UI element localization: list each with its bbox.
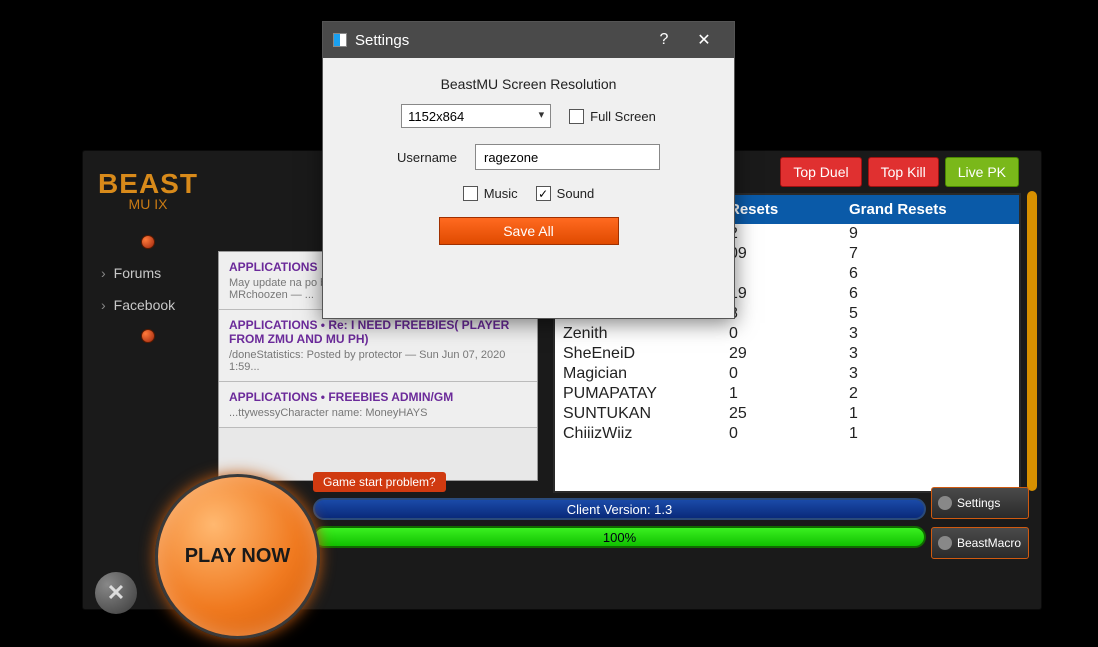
play-now-button[interactable]: PLAY NOW — [155, 474, 320, 639]
news-item[interactable]: APPLICATIONS • FREEBIES ADMIN/GM ...ttyw… — [219, 382, 537, 428]
cell-grand-resets: 1 — [849, 425, 1019, 443]
news-title: APPLICATIONS • FREEBIES ADMIN/GM — [229, 390, 527, 404]
cell-grand-resets: 1 — [849, 405, 1019, 423]
settings-dialog: Settings ? ✕ BeastMU Screen Resolution 1… — [322, 21, 735, 319]
resolution-select[interactable]: 1152x864 — [401, 104, 551, 128]
col-grand-resets: Grand Resets — [849, 201, 1019, 218]
cell-grand-resets: 3 — [849, 325, 1019, 343]
app-icon — [333, 33, 347, 47]
save-all-button[interactable]: Save All — [439, 217, 619, 245]
dialog-title: Settings — [355, 32, 409, 49]
table-row: PUMAPATAY12 — [555, 384, 1019, 404]
table-row: SheEneiD293 — [555, 344, 1019, 364]
cell-grand-resets: 3 — [849, 345, 1019, 363]
cell-grand-resets: 7 — [849, 245, 1019, 263]
close-button[interactable]: ✕ — [684, 30, 724, 50]
cell-resets: 0 — [729, 365, 849, 383]
settings-button-label: Settings — [957, 496, 1000, 510]
table-row: SUNTUKAN251 — [555, 404, 1019, 424]
progress-bar: 100% — [313, 526, 926, 548]
music-checkbox[interactable]: Music — [463, 186, 518, 201]
game-start-problem-link[interactable]: Game start problem? — [313, 472, 446, 492]
sidebar-item-facebook[interactable]: Facebook — [83, 289, 213, 321]
client-version-bar: Client Version: 1.3 — [313, 498, 926, 520]
cell-grand-resets: 3 — [849, 365, 1019, 383]
fullscreen-checkbox[interactable]: Full Screen — [569, 109, 656, 124]
cell-grand-resets: 6 — [849, 285, 1019, 303]
sidebar-item-forums[interactable]: Forums — [83, 257, 213, 289]
fullscreen-label: Full Screen — [590, 109, 656, 124]
sidebar-item-label: Forums — [114, 265, 161, 281]
sidebar-item-label: Facebook — [114, 297, 175, 313]
cell-resets: 29 — [729, 345, 849, 363]
cell-resets: 19 — [729, 285, 849, 303]
cell-name: SheEneiD — [555, 345, 729, 363]
beastmacro-button-label: BeastMacro — [957, 536, 1021, 550]
cell-grand-resets: 5 — [849, 305, 1019, 323]
gear-icon — [938, 496, 952, 510]
cell-resets: 09 — [729, 245, 849, 263]
cell-grand-resets: 9 — [849, 225, 1019, 243]
checkbox-icon — [463, 186, 478, 201]
beastmacro-button[interactable]: BeastMacro — [931, 527, 1029, 559]
bottom-bar: Game start problem? Client Version: 1.3 … — [313, 472, 926, 554]
news-body: ...ttywessyCharacter name: MoneyHAYS — [229, 407, 527, 419]
orb-icon — [141, 329, 155, 343]
cell-name: Zenith — [555, 325, 729, 343]
cell-name: ChiiizWiiz — [555, 425, 729, 443]
sound-label: Sound — [557, 186, 595, 201]
cell-resets: 0 — [729, 425, 849, 443]
dialog-titlebar[interactable]: Settings ? ✕ — [323, 22, 734, 58]
news-body: /doneStatistics: Posted by protector — S… — [229, 349, 527, 373]
checkbox-icon: ✓ — [536, 186, 551, 201]
ranking-tabs: Top Duel Top Kill Live PK — [780, 157, 1019, 187]
table-row: Zenith03 — [555, 324, 1019, 344]
cell-resets: 1 — [729, 385, 849, 403]
orb-icon — [141, 235, 155, 249]
tab-top-duel[interactable]: Top Duel — [780, 157, 861, 187]
help-button[interactable]: ? — [644, 31, 684, 49]
cell-grand-resets: 2 — [849, 385, 1019, 403]
dialog-body: BeastMU Screen Resolution 1152x864 Full … — [323, 58, 734, 255]
tab-live-pk[interactable]: Live PK — [945, 157, 1019, 187]
table-row: Magician03 — [555, 364, 1019, 384]
scrollbar[interactable] — [1027, 191, 1037, 491]
cell-name: PUMAPATAY — [555, 385, 729, 403]
cell-resets — [729, 265, 849, 283]
username-input[interactable] — [475, 144, 660, 170]
settings-button[interactable]: Settings — [931, 487, 1029, 519]
dialog-heading: BeastMU Screen Resolution — [347, 76, 710, 92]
username-label: Username — [397, 150, 457, 165]
logo: BEAST MU IX — [83, 161, 213, 227]
table-row: ChiiizWiiz01 — [555, 424, 1019, 444]
cell-resets: 2 — [729, 225, 849, 243]
cell-resets: 0 — [729, 325, 849, 343]
cell-grand-resets: 6 — [849, 265, 1019, 283]
cell-name: SUNTUKAN — [555, 405, 729, 423]
sound-checkbox[interactable]: ✓ Sound — [536, 186, 595, 201]
col-resets: Resets — [729, 201, 849, 218]
news-title: APPLICATIONS • Re: I NEED FREEBIES( PLAY… — [229, 318, 527, 346]
cell-resets: 25 — [729, 405, 849, 423]
music-label: Music — [484, 186, 518, 201]
close-launcher-button[interactable]: ✕ — [95, 572, 137, 614]
sidebar: BEAST MU IX Forums Facebook — [83, 161, 213, 351]
logo-line1: BEAST — [98, 171, 198, 196]
macro-icon — [938, 536, 952, 550]
right-buttons: Settings BeastMacro — [931, 487, 1029, 567]
checkbox-icon — [569, 109, 584, 124]
news-item[interactable]: APPLICATIONS • Re: I NEED FREEBIES( PLAY… — [219, 310, 537, 382]
cell-resets: 8 — [729, 305, 849, 323]
cell-name: Magician — [555, 365, 729, 383]
tab-top-kill[interactable]: Top Kill — [868, 157, 939, 187]
